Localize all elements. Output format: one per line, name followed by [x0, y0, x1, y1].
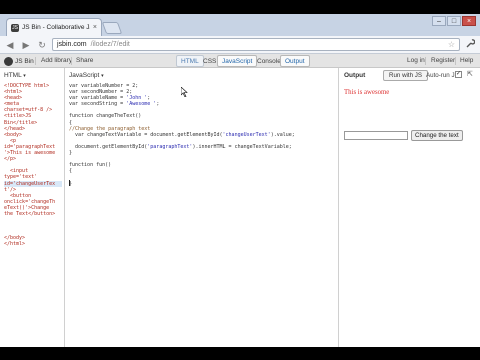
html-panel-label[interactable]: HTML ▾ — [4, 72, 26, 79]
tab-output[interactable]: Output — [280, 55, 310, 67]
reload-icon[interactable]: ↻ — [36, 39, 48, 51]
register-link[interactable]: Register — [428, 56, 458, 66]
window-controls: – □ × — [432, 16, 476, 26]
output-panel-label: Output — [344, 72, 366, 79]
header-divider — [35, 57, 36, 65]
screen: JS JS Bin - Collaborative Jav... × – □ ×… — [0, 14, 480, 347]
address-bar[interactable]: jsbin.com /ilodez/7/edit ☆ — [52, 38, 460, 51]
url-path: /ilodez/7/edit — [90, 41, 130, 48]
jsbin-logo[interactable]: JS Bin — [4, 56, 34, 66]
header-divider — [455, 57, 456, 65]
jsbin-logo-icon — [4, 56, 13, 66]
forward-icon[interactable]: ▶ — [20, 39, 32, 51]
jsbin-favicon-icon: JS — [11, 23, 19, 32]
run-with-js-button[interactable]: Run with JS — [383, 70, 429, 81]
add-library-button[interactable]: Add library — [38, 56, 75, 66]
output-panel: Output Run with JS Auto-run JS ✓ ⇱ This … — [339, 68, 480, 347]
popout-icon[interactable]: ⇱ — [467, 71, 475, 79]
browser-tab[interactable]: JS JS Bin - Collaborative Jav... × — [6, 18, 102, 36]
url-host: jsbin.com — [57, 41, 87, 48]
code-line: </html> — [4, 241, 26, 248]
code-line: } — [69, 180, 73, 187]
javascript-panel[interactable]: JavaScript ▾ var variableNumber = 2; var … — [65, 68, 339, 347]
share-button[interactable]: Share — [73, 56, 96, 66]
code-line: id='changeUserTex — [4, 180, 62, 187]
js-panel-label[interactable]: JavaScript ▾ — [69, 72, 104, 79]
chevron-down-icon: ▾ — [101, 73, 104, 79]
autorun-label: Auto-run JS — [426, 72, 459, 79]
js-code-editor[interactable]: var variableNumber = 2; var secondNumber … — [69, 83, 336, 187]
change-text-button[interactable]: Change the text — [411, 130, 463, 141]
chevron-down-icon: ▾ — [23, 73, 26, 79]
html-panel-title: HTML — [4, 72, 22, 79]
back-icon[interactable]: ◀ — [4, 39, 16, 51]
html-panel[interactable]: HTML ▾ <!DOCTYPE html> <html> <head> <meta c… — [0, 68, 65, 347]
code-line: the Text</button> — [4, 210, 56, 217]
header-divider — [425, 57, 426, 65]
minimize-button[interactable]: – — [432, 16, 446, 26]
browser-toolbar: ◀ ▶ ↻ jsbin.com /ilodez/7/edit ☆ — [0, 36, 480, 54]
autorun-checkbox[interactable]: ✓ — [455, 71, 462, 78]
jsbin-header: JS Bin Add library Share HTML CSS JavaSc… — [0, 54, 480, 68]
output-paragraph: This is awesome — [344, 89, 390, 96]
brand-name: JS Bin — [15, 57, 34, 65]
js-panel-title: JavaScript — [69, 72, 100, 79]
browser-tab-title: JS Bin - Collaborative Jav... — [22, 24, 90, 31]
bookmark-star-icon[interactable]: ☆ — [448, 40, 455, 49]
close-window-button[interactable]: × — [462, 16, 476, 26]
change-text-input[interactable] — [344, 131, 408, 140]
maximize-button[interactable]: □ — [447, 16, 461, 26]
html-code-editor[interactable]: <!DOCTYPE html> <html> <head> <meta charset=… — [4, 83, 62, 248]
text-cursor — [69, 180, 70, 186]
code-line: onclick='changeTh — [4, 198, 56, 205]
new-tab-button[interactable] — [101, 22, 123, 34]
header-divider — [71, 57, 72, 65]
tab-close-icon[interactable]: × — [93, 24, 97, 31]
browser-tabstrip: JS JS Bin - Collaborative Jav... × – □ × — [0, 14, 480, 36]
mouse-pointer-icon — [181, 87, 188, 97]
wrench-menu-icon[interactable] — [464, 38, 476, 51]
help-link[interactable]: Help — [457, 56, 476, 66]
